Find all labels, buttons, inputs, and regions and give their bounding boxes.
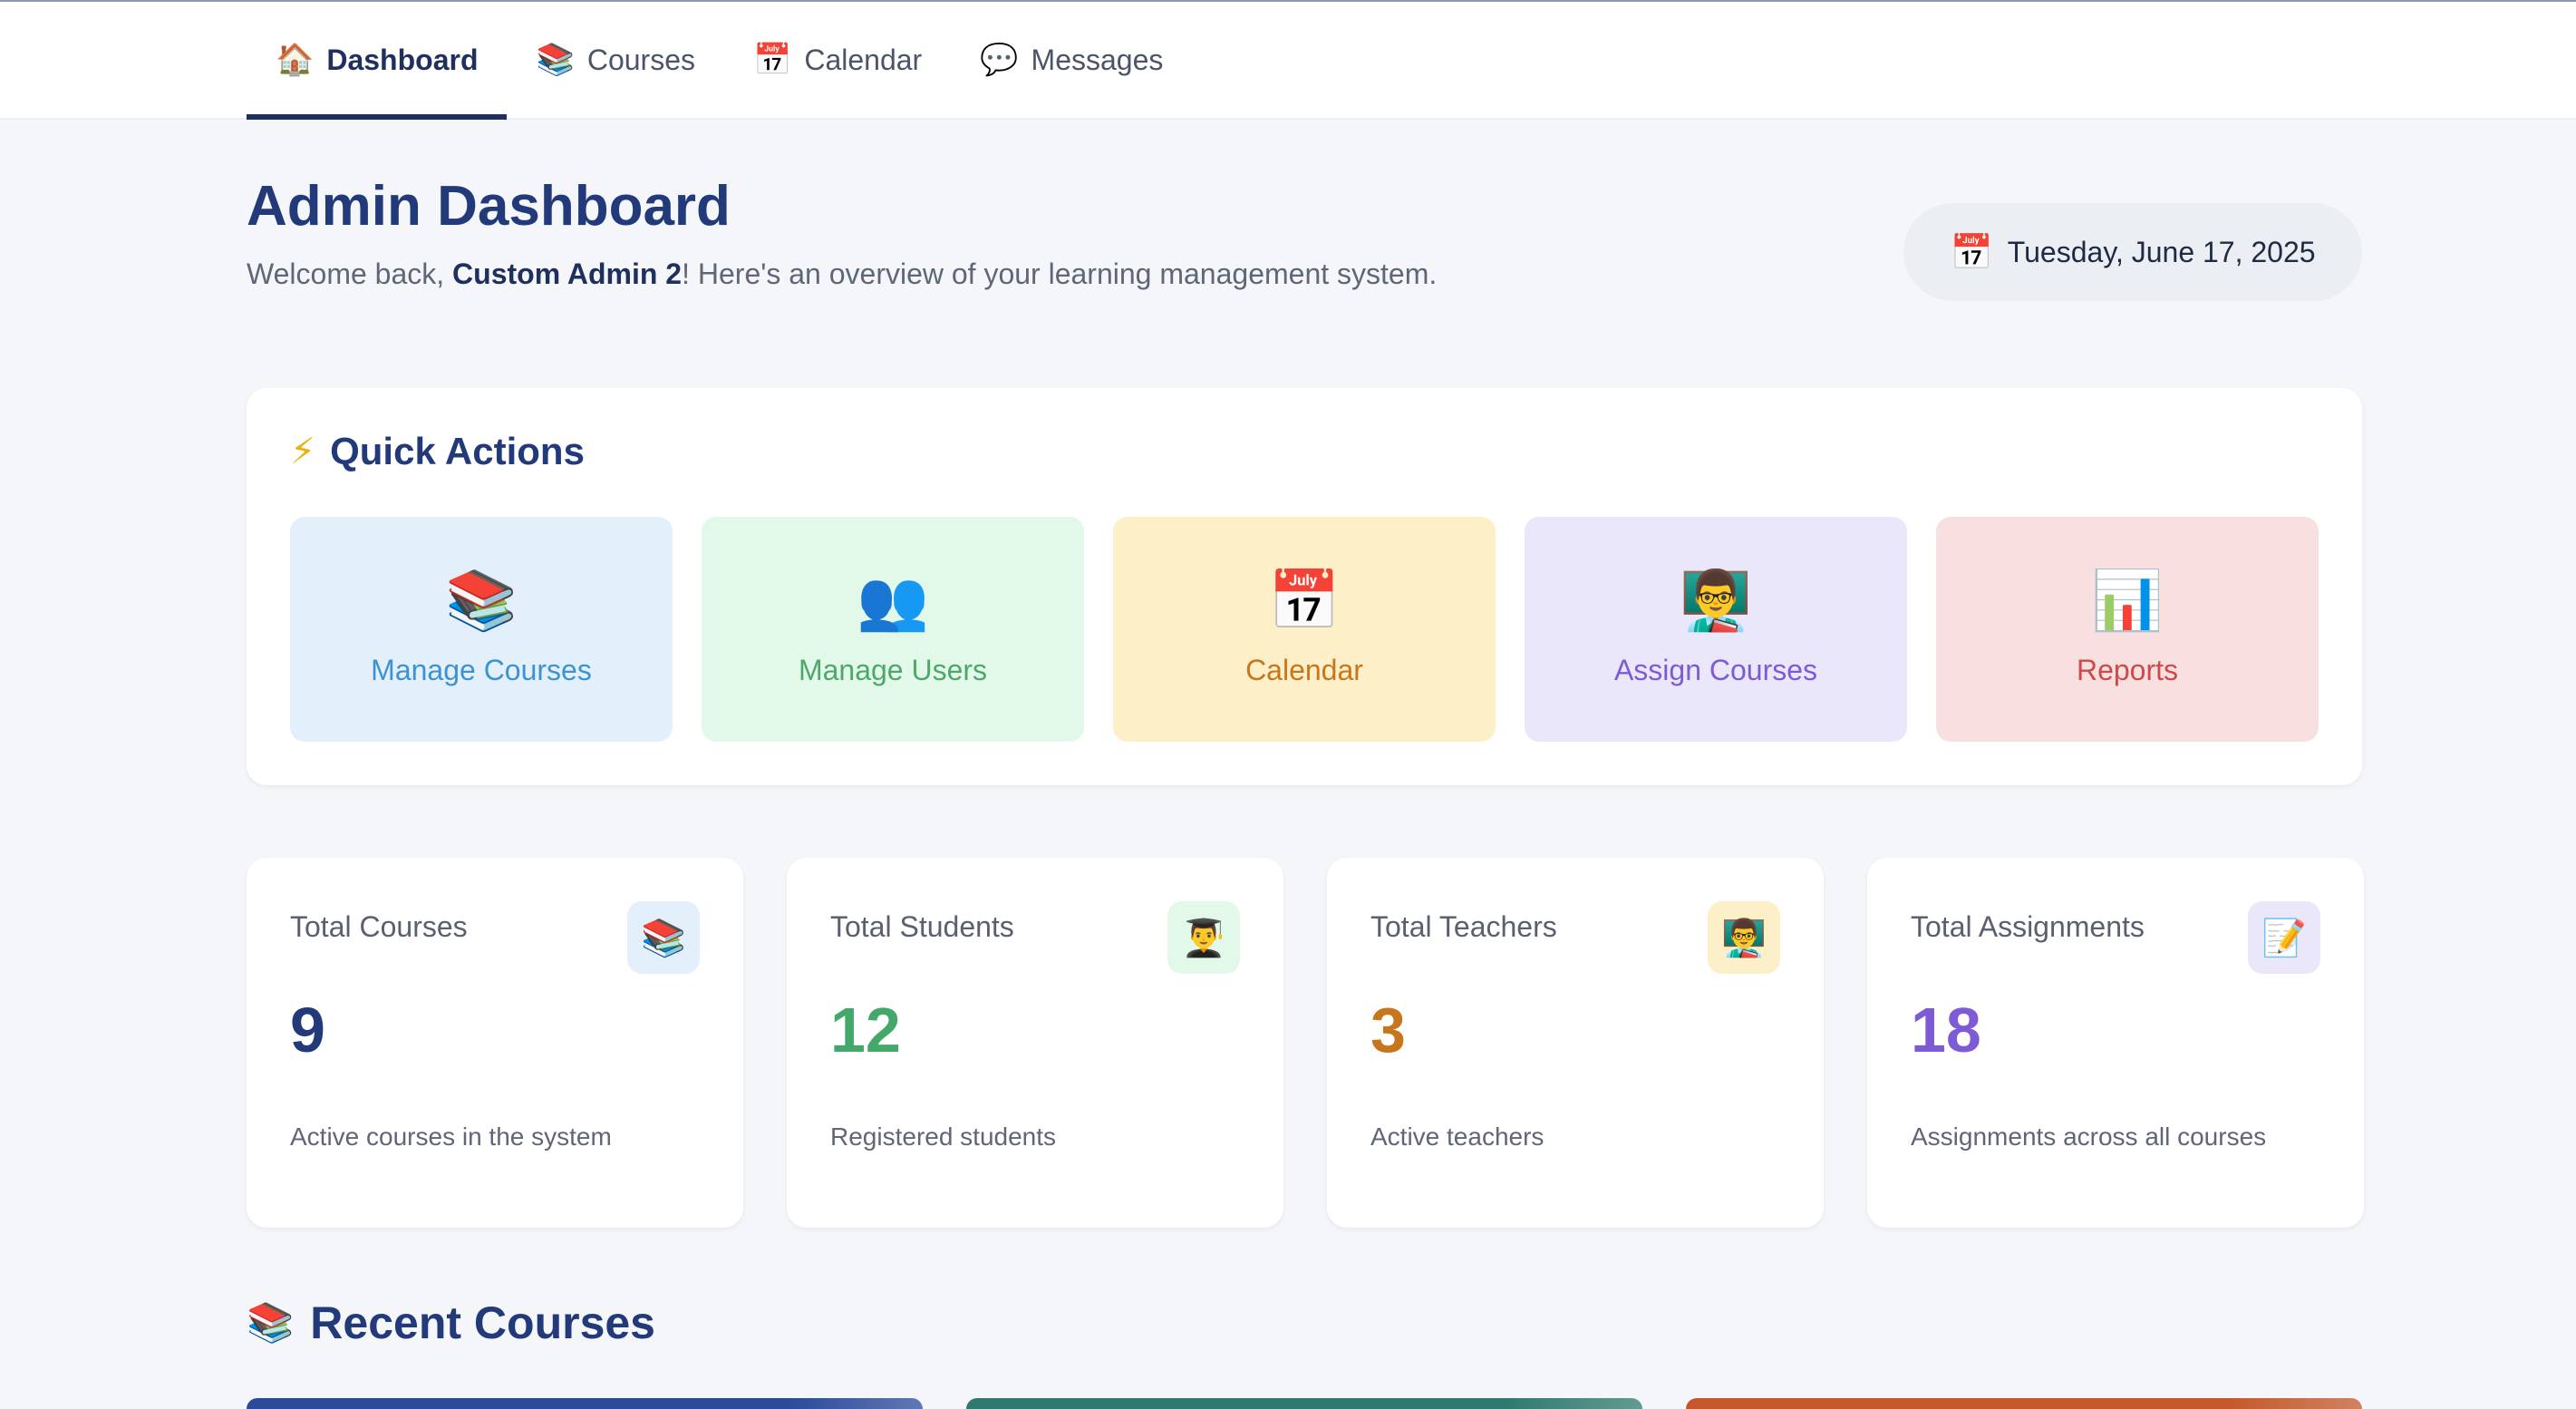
stat-card-total-courses: Total Courses 📚 9 Active courses in the …: [247, 858, 743, 1228]
tab-label: Messages: [1031, 43, 1164, 76]
page-title: Admin Dashboard: [247, 175, 731, 238]
users-icon: 👥: [857, 567, 929, 635]
tab-calendar[interactable]: 📅 Calendar: [724, 2, 951, 118]
user-name: Custom Admin 2: [452, 258, 683, 290]
top-navigation: 🏠 Dashboard 📚 Courses 📅 Calendar 💬 Messa…: [0, 2, 2576, 120]
stats-row: Total Courses 📚 9 Active courses in the …: [247, 858, 2364, 1228]
manage-users-button[interactable]: 👥 Manage Users: [702, 517, 1084, 742]
tab-dashboard[interactable]: 🏠 Dashboard: [247, 2, 508, 120]
quick-actions-heading: ⚡ Quick Actions: [290, 430, 585, 473]
welcome-prefix: Welcome back,: [247, 258, 453, 290]
stat-label: Total Teachers: [1370, 910, 1557, 943]
stat-card-total-assignments: Total Assignments 📝 18 Assignments acros…: [1867, 858, 2364, 1228]
course-card[interactable]: [966, 1398, 1642, 1409]
stat-description: Active courses in the system: [290, 1122, 612, 1151]
welcome-suffix: ! Here's an overview of your learning ma…: [682, 258, 1438, 290]
stat-description: Active teachers: [1370, 1122, 1545, 1151]
memo-icon: 📝: [2248, 901, 2320, 974]
tab-label: Calendar: [804, 43, 923, 76]
action-label: Assign Courses: [1613, 653, 1818, 686]
action-label: Manage Users: [798, 653, 988, 686]
quick-actions-grid: 📚 Manage Courses 👥 Manage Users 📅 Calend…: [290, 517, 2319, 742]
current-date: Tuesday, June 17, 2025: [2007, 235, 2316, 268]
action-label: Manage Courses: [371, 653, 592, 686]
stat-card-total-teachers: Total Teachers 👨‍🏫 3 Active teachers: [1327, 858, 1824, 1228]
manage-courses-button[interactable]: 📚 Manage Courses: [290, 517, 673, 742]
recent-courses-title: Recent Courses: [310, 1297, 655, 1348]
stat-value: 3: [1370, 995, 1406, 1065]
action-label: Reports: [2076, 653, 2179, 686]
books-icon: 📚: [627, 901, 700, 974]
stat-label: Total Students: [830, 910, 1014, 943]
action-label: Calendar: [1245, 653, 1363, 686]
stat-label: Total Courses: [290, 910, 468, 943]
tab-label: Dashboard: [326, 43, 479, 76]
calendar-icon: 📅: [1950, 231, 1993, 272]
quick-actions-title: Quick Actions: [330, 430, 585, 472]
books-icon: 📚: [247, 1300, 295, 1345]
recent-courses-heading: 📚 Recent Courses: [247, 1297, 655, 1349]
stat-value: 18: [1911, 995, 1981, 1065]
teacher-icon: 👨‍🏫: [1708, 901, 1780, 974]
stat-value: 12: [830, 995, 901, 1065]
stat-value: 9: [290, 995, 325, 1065]
course-card[interactable]: [1686, 1398, 2362, 1409]
speech-bubble-icon: 💬: [980, 42, 1019, 78]
date-badge: 📅 Tuesday, June 17, 2025: [1903, 203, 2362, 301]
books-icon: 📚: [536, 42, 575, 78]
stat-card-total-students: Total Students 👨‍🎓 12 Registered student…: [787, 858, 1283, 1228]
course-card[interactable]: [247, 1398, 923, 1409]
bar-chart-icon: 📊: [2091, 567, 2164, 635]
calendar-icon: 📅: [752, 42, 792, 78]
quick-actions-card: ⚡ Quick Actions 📚 Manage Courses 👥 Manag…: [247, 388, 2362, 785]
assign-courses-button[interactable]: 👨‍🏫 Assign Courses: [1525, 517, 1907, 742]
stat-description: Registered students: [830, 1122, 1057, 1151]
nav-tabs: 🏠 Dashboard 📚 Courses 📅 Calendar 💬 Messa…: [247, 2, 1192, 120]
reports-button[interactable]: 📊 Reports: [1936, 517, 2319, 742]
student-icon: 👨‍🎓: [1167, 901, 1240, 974]
tab-messages[interactable]: 💬 Messages: [951, 2, 1192, 118]
calendar-icon: 📅: [1268, 567, 1341, 635]
lightning-icon: ⚡: [290, 431, 316, 472]
home-icon: 🏠: [276, 42, 315, 78]
stat-label: Total Assignments: [1911, 910, 2145, 943]
calendar-button[interactable]: 📅 Calendar: [1113, 517, 1496, 742]
tab-label: Courses: [586, 43, 695, 76]
stat-description: Assignments across all courses: [1911, 1122, 2267, 1151]
teacher-icon: 👨‍🏫: [1680, 567, 1752, 635]
tab-courses[interactable]: 📚 Courses: [507, 2, 724, 118]
welcome-message: Welcome back, Custom Admin 2! Here's an …: [247, 258, 1437, 291]
books-icon: 📚: [445, 567, 518, 635]
